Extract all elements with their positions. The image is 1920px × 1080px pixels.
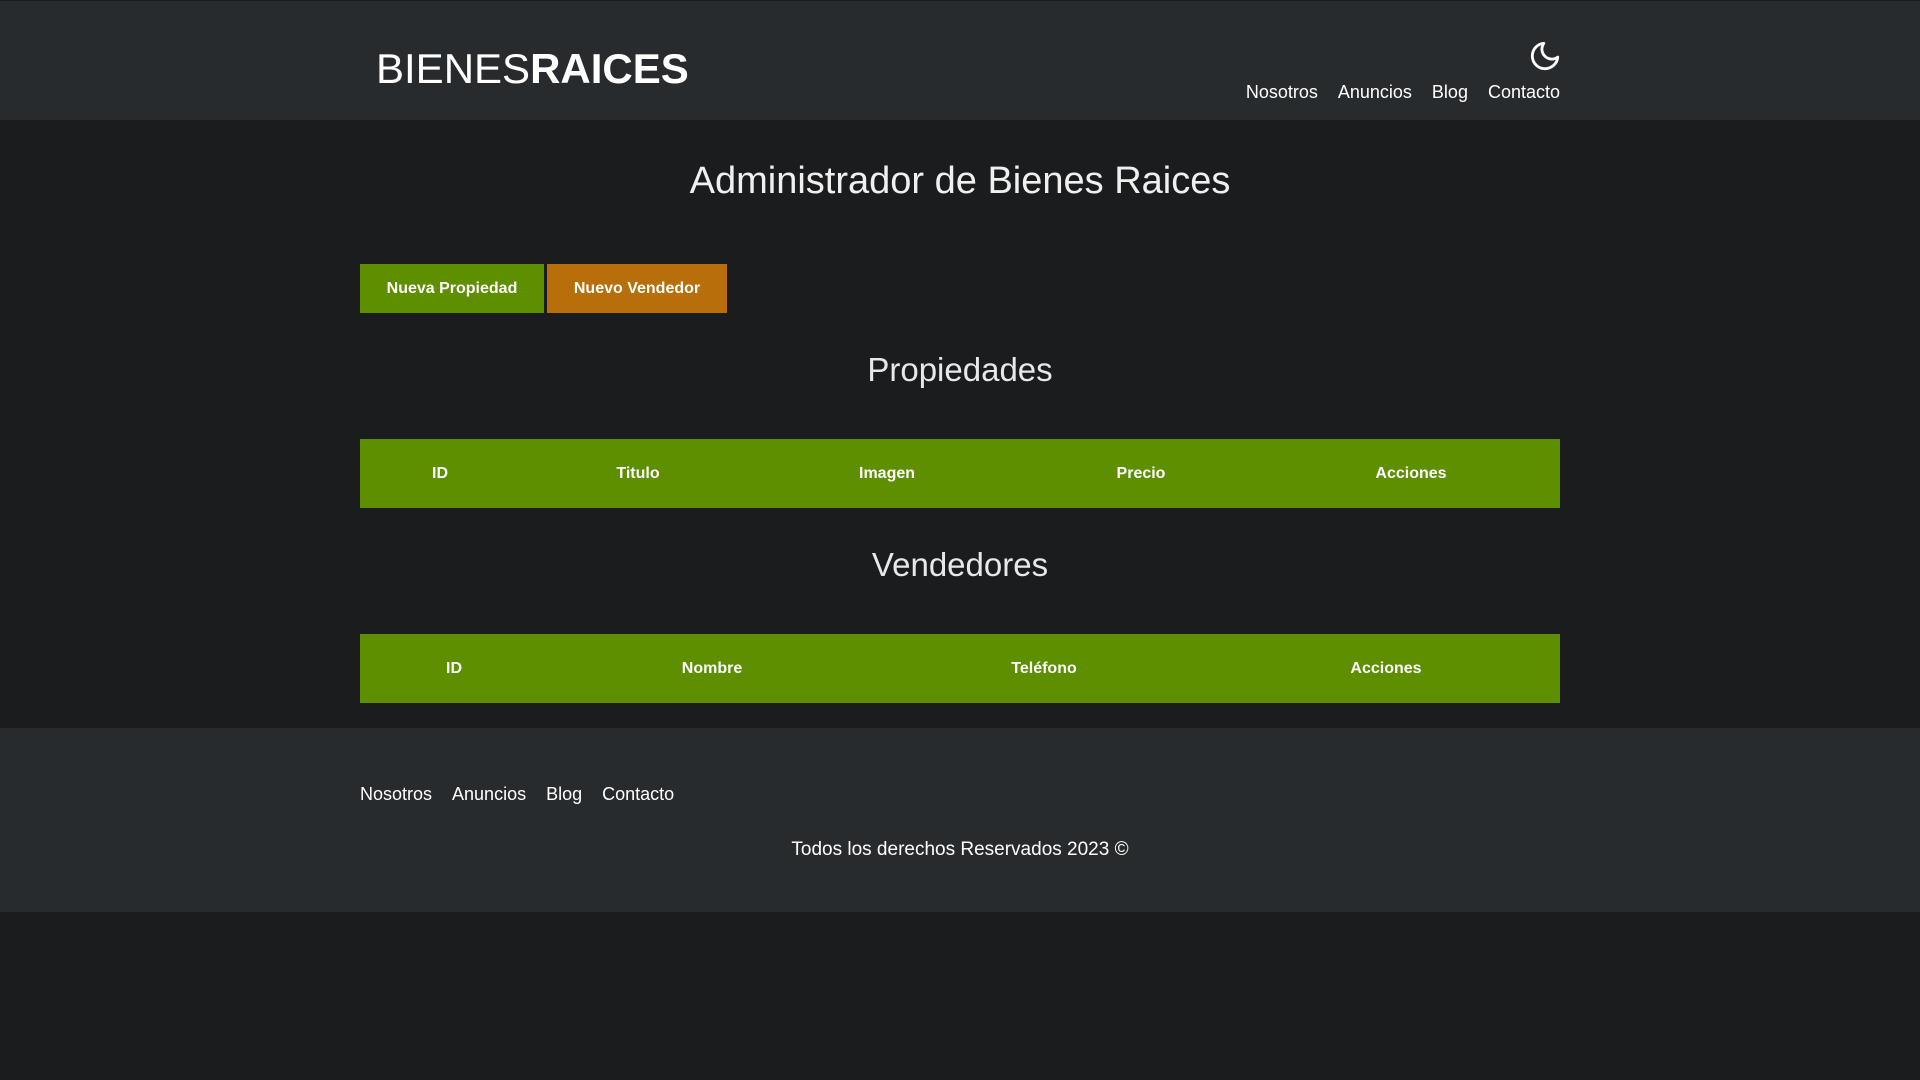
column-header-nombre: Nombre — [681, 660, 743, 677]
sellers-table-header: ID Nombre Teléfono Acciones — [360, 634, 1560, 703]
column-header-precio: Precio — [1116, 465, 1166, 482]
new-seller-button[interactable]: Nuevo Vendedor — [547, 264, 727, 313]
page-title: Administrador de Bienes Raices — [689, 160, 1231, 202]
footer-link-blog[interactable]: Blog — [546, 782, 582, 806]
column-header-imagen: Imagen — [858, 465, 916, 482]
site-footer: Nosotros Anuncios Blog Contacto Todos lo… — [0, 728, 1920, 912]
site-header: BIENESRAICES Nosotros Anuncios Blog Cont… — [0, 1, 1920, 120]
sellers-section-title: Vendedores — [871, 546, 1049, 583]
nav-link-blog[interactable]: Blog — [1432, 80, 1468, 104]
footer-link-nosotros[interactable]: Nosotros — [360, 782, 432, 806]
column-header-id: ID — [432, 465, 448, 482]
column-header-acciones: Acciones — [1375, 465, 1447, 482]
footer-link-contacto[interactable]: Contacto — [602, 782, 674, 806]
properties-table-header: ID Titulo Imagen Precio Acciones — [360, 439, 1560, 508]
new-property-button[interactable]: Nueva Propiedad — [360, 264, 544, 313]
site-logo[interactable]: BIENESRAICES — [376, 43, 689, 95]
nav-link-contacto[interactable]: Contacto — [1488, 80, 1560, 104]
copyright-text: Todos los derechos Reservados 2023 © — [791, 839, 1129, 860]
column-header-acciones: Acciones — [1350, 660, 1422, 677]
nav-link-anuncios[interactable]: Anuncios — [1338, 80, 1412, 104]
moon-icon[interactable] — [1528, 39, 1562, 73]
nav-link-nosotros[interactable]: Nosotros — [1246, 80, 1318, 104]
properties-section-title: Propiedades — [867, 351, 1053, 388]
footer-nav: Nosotros Anuncios Blog Contacto — [360, 782, 674, 806]
logo-light-text: BIENES — [376, 45, 531, 92]
column-header-telefono: Teléfono — [1011, 660, 1077, 677]
footer-link-anuncios[interactable]: Anuncios — [452, 782, 526, 806]
column-header-id: ID — [446, 660, 462, 677]
column-header-titulo: Titulo — [616, 465, 660, 482]
logo-bold-text: RAICES — [530, 45, 689, 92]
header-nav: Nosotros Anuncios Blog Contacto — [1246, 80, 1560, 104]
